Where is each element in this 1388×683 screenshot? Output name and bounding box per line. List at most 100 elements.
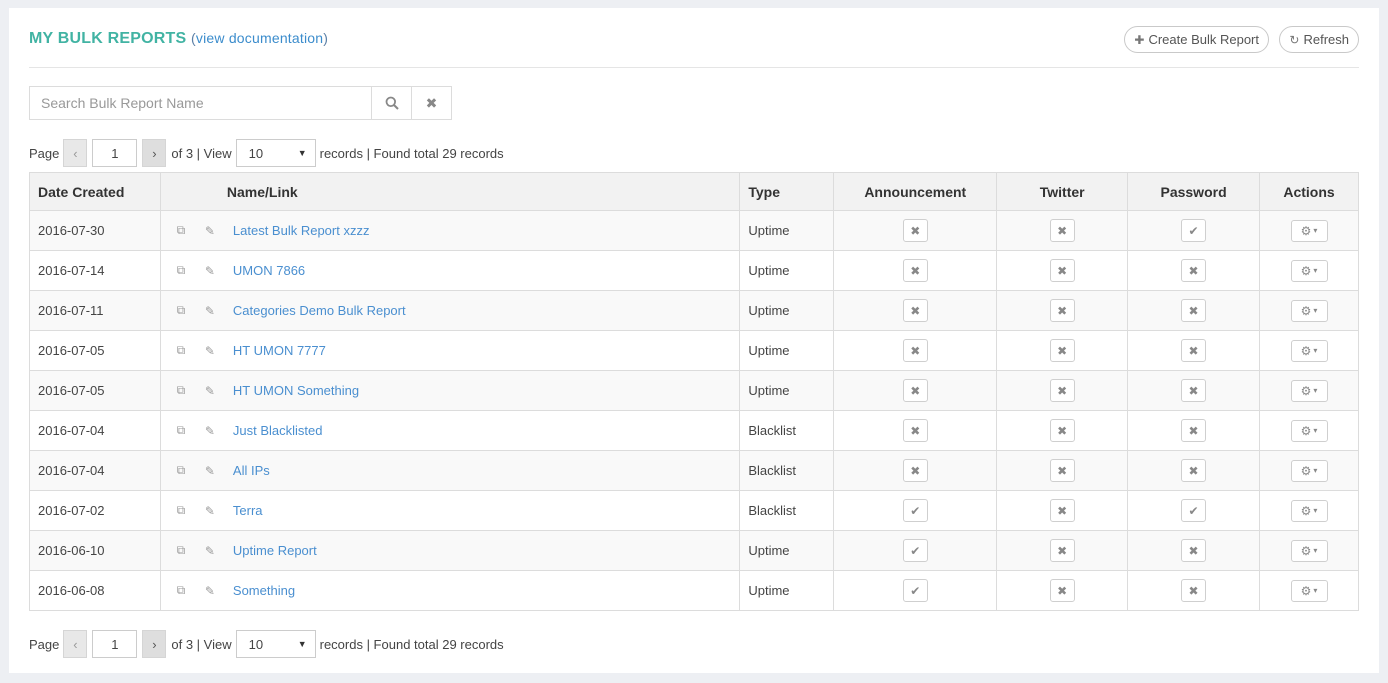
twitter-checkbox[interactable]: ✖	[1049, 499, 1075, 522]
password-checkbox[interactable]: ✖	[1181, 379, 1207, 402]
copy-icon[interactable]: ⧉	[173, 463, 189, 478]
report-link[interactable]: HT UMON 7777	[233, 343, 326, 358]
password-checkbox[interactable]: ✖	[1181, 339, 1207, 362]
announcement-checkbox[interactable]: ✔	[902, 499, 928, 522]
chevron-right-icon: ›	[152, 636, 157, 652]
twitter-checkbox[interactable]: ✖	[1049, 259, 1075, 282]
copy-icon[interactable]: ⧉	[173, 223, 189, 238]
edit-icon[interactable]: ✎	[202, 384, 218, 398]
cell-announcement: ✖	[833, 210, 998, 251]
report-link[interactable]: HT UMON Something	[233, 383, 359, 398]
password-checkbox[interactable]: ✖	[1181, 259, 1207, 282]
refresh-button[interactable]: ↻ Refresh	[1279, 26, 1359, 53]
clear-search-button[interactable]: ✖	[411, 87, 451, 119]
per-page-select[interactable]: 10 ▼	[235, 139, 316, 167]
actions-dropdown-button[interactable]: ⚙ ▾	[1290, 379, 1328, 402]
twitter-checkbox[interactable]: ✖	[1049, 219, 1075, 242]
report-link[interactable]: Uptime Report	[233, 543, 317, 558]
copy-icon[interactable]: ⧉	[173, 263, 189, 278]
next-page-button[interactable]: ›	[142, 630, 167, 658]
cross-icon: ✖	[1057, 583, 1068, 598]
twitter-checkbox[interactable]: ✖	[1049, 579, 1075, 602]
page-number-input[interactable]: 1	[92, 139, 138, 167]
password-checkbox[interactable]: ✖	[1181, 299, 1207, 322]
view-documentation-link[interactable]: view documentation	[196, 30, 323, 46]
cell-type: Uptime	[739, 370, 835, 411]
copy-icon[interactable]: ⧉	[173, 383, 189, 398]
cell-actions: ⚙ ▾	[1259, 490, 1359, 531]
table-row: 2016-07-14 ⧉ ✎ UMON 7866 Uptime ✖ ✖ ✖ ⚙ ▾	[29, 250, 1359, 291]
actions-dropdown-button[interactable]: ⚙ ▾	[1290, 339, 1328, 362]
search-input[interactable]	[30, 87, 371, 119]
password-checkbox[interactable]: ✖	[1181, 539, 1207, 562]
copy-icon[interactable]: ⧉	[173, 503, 189, 518]
copy-icon[interactable]: ⧉	[173, 423, 189, 438]
col-type[interactable]: Type	[739, 172, 835, 211]
twitter-checkbox[interactable]: ✖	[1049, 339, 1075, 362]
announcement-checkbox[interactable]: ✔	[902, 539, 928, 562]
twitter-checkbox[interactable]: ✖	[1049, 539, 1075, 562]
password-checkbox[interactable]: ✔	[1181, 219, 1207, 242]
copy-icon[interactable]: ⧉	[173, 543, 189, 558]
edit-icon[interactable]: ✎	[202, 224, 218, 238]
actions-dropdown-button[interactable]: ⚙ ▾	[1290, 419, 1328, 442]
report-link[interactable]: Terra	[233, 503, 263, 518]
prev-page-button[interactable]: ‹	[63, 139, 88, 167]
report-link[interactable]: Something	[233, 583, 295, 598]
password-checkbox[interactable]: ✖	[1181, 459, 1207, 482]
actions-dropdown-button[interactable]: ⚙ ▾	[1290, 259, 1328, 282]
cross-icon: ✖	[1057, 423, 1068, 438]
actions-dropdown-button[interactable]: ⚙ ▾	[1290, 219, 1328, 242]
report-link[interactable]: All IPs	[233, 463, 270, 478]
col-date-created[interactable]: Date Created	[29, 172, 161, 211]
announcement-checkbox[interactable]: ✖	[902, 219, 928, 242]
twitter-checkbox[interactable]: ✖	[1049, 419, 1075, 442]
password-checkbox[interactable]: ✖	[1181, 579, 1207, 602]
twitter-checkbox[interactable]: ✖	[1049, 379, 1075, 402]
password-checkbox[interactable]: ✖	[1181, 419, 1207, 442]
report-link[interactable]: Just Blacklisted	[233, 423, 323, 438]
actions-dropdown-button[interactable]: ⚙ ▾	[1290, 299, 1328, 322]
report-link[interactable]: UMON 7866	[233, 263, 305, 278]
page-number-input[interactable]: 1	[92, 630, 138, 658]
cross-icon: ✖	[1188, 583, 1199, 598]
edit-icon[interactable]: ✎	[202, 424, 218, 438]
twitter-checkbox[interactable]: ✖	[1049, 299, 1075, 322]
report-link[interactable]: Latest Bulk Report xzzz	[233, 223, 370, 238]
prev-page-button[interactable]: ‹	[63, 630, 88, 658]
title-text: MY BULK REPORTS	[29, 30, 187, 47]
search-button[interactable]	[371, 87, 411, 119]
actions-dropdown-button[interactable]: ⚙ ▾	[1290, 579, 1328, 602]
announcement-checkbox[interactable]: ✖	[902, 459, 928, 482]
edit-icon[interactable]: ✎	[202, 304, 218, 318]
next-page-button[interactable]: ›	[142, 139, 167, 167]
announcement-checkbox[interactable]: ✔	[902, 579, 928, 602]
announcement-checkbox[interactable]: ✖	[902, 379, 928, 402]
announcement-checkbox[interactable]: ✖	[902, 339, 928, 362]
copy-icon[interactable]: ⧉	[173, 583, 189, 598]
per-page-select[interactable]: 10 ▼	[235, 630, 316, 658]
cell-type: Blacklist	[739, 450, 835, 491]
edit-icon[interactable]: ✎	[202, 584, 218, 598]
actions-dropdown-button[interactable]: ⚙ ▾	[1290, 499, 1328, 522]
actions-dropdown-button[interactable]: ⚙ ▾	[1290, 539, 1328, 562]
edit-icon[interactable]: ✎	[202, 264, 218, 278]
edit-icon[interactable]: ✎	[202, 344, 218, 358]
edit-icon[interactable]: ✎	[202, 464, 218, 478]
password-checkbox[interactable]: ✔	[1181, 499, 1207, 522]
table-row: 2016-07-05 ⧉ ✎ HT UMON Something Uptime ✖ ✖ ✖ ⚙ ▾	[29, 370, 1359, 411]
announcement-checkbox[interactable]: ✖	[902, 299, 928, 322]
actions-dropdown-button[interactable]: ⚙ ▾	[1290, 459, 1328, 482]
copy-icon[interactable]: ⧉	[173, 303, 189, 318]
cell-actions: ⚙ ▾	[1259, 370, 1359, 411]
announcement-checkbox[interactable]: ✖	[902, 259, 928, 282]
edit-icon[interactable]: ✎	[202, 504, 218, 518]
announcement-checkbox[interactable]: ✖	[902, 419, 928, 442]
col-name-link[interactable]: Name/Link	[159, 172, 741, 211]
page-of-text: of 3 | View	[171, 145, 232, 161]
edit-icon[interactable]: ✎	[202, 544, 218, 558]
report-link[interactable]: Categories Demo Bulk Report	[233, 303, 406, 318]
twitter-checkbox[interactable]: ✖	[1049, 459, 1075, 482]
create-bulk-report-button[interactable]: ✚ Create Bulk Report	[1124, 26, 1269, 53]
copy-icon[interactable]: ⧉	[173, 343, 189, 358]
